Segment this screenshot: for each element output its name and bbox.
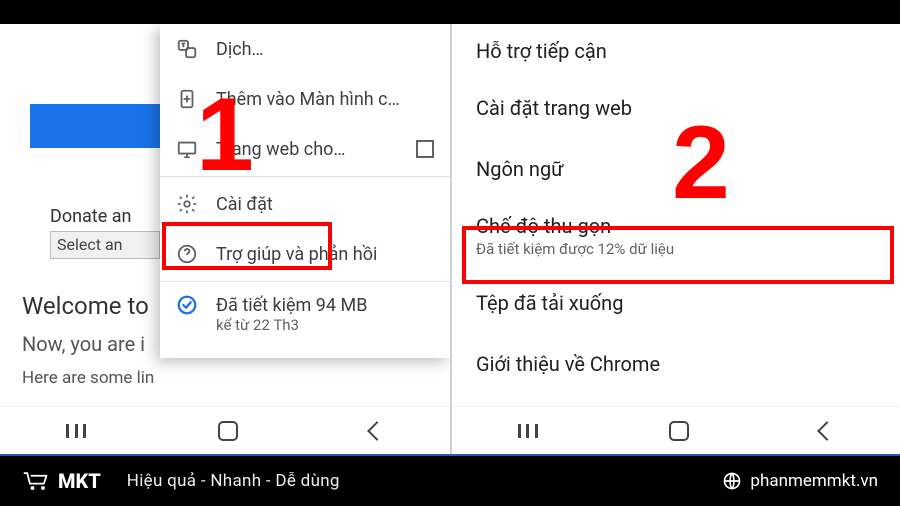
- menu-label: Trợ giúp và phản hồi: [216, 244, 434, 265]
- nav-recent-button[interactable]: [518, 424, 538, 438]
- brand-site-text: phanmemmkt.vn: [750, 471, 878, 491]
- menu-item-settings[interactable]: Cài đặt: [160, 179, 450, 229]
- amount-select[interactable]: Select an: [50, 231, 160, 259]
- nav-recent-button[interactable]: [66, 424, 86, 438]
- gear-icon: [176, 193, 198, 215]
- overflow-menu: Dịch… Thêm vào Màn hình c… Trang web cho…: [160, 24, 450, 358]
- settings-item-lite-mode[interactable]: Chế độ thu gọn Đã tiết kiệm được 12% dữ …: [452, 199, 900, 272]
- menu-item-desktop-site[interactable]: Trang web cho…: [160, 124, 450, 174]
- settings-item-label: Giới thiệu về Chrome: [476, 352, 878, 376]
- menu-item-translate[interactable]: Dịch…: [160, 24, 450, 74]
- brand-logo: MKT: [22, 469, 101, 493]
- translate-icon: [176, 38, 198, 60]
- android-navbar-right: [452, 406, 900, 454]
- nav-home-button[interactable]: [669, 421, 689, 441]
- menu-label: Trang web cho…: [216, 139, 398, 160]
- add-homescreen-icon: [176, 88, 198, 110]
- primary-blue-button[interactable]: [30, 104, 160, 148]
- menu-label: Thêm vào Màn hình c…: [216, 89, 434, 110]
- data-saved-title: Đã tiết kiệm 94 MB: [216, 295, 434, 316]
- menu-label: Dịch…: [216, 39, 434, 60]
- settings-item-label: Hỗ trợ tiếp cận: [476, 39, 878, 63]
- brand-logo-text: MKT: [58, 469, 101, 493]
- menu-item-add-homescreen[interactable]: Thêm vào Màn hình c…: [160, 74, 450, 124]
- links-intro: Here are some lin: [22, 368, 154, 388]
- settings-item-label: Cài đặt trang web: [476, 96, 878, 120]
- nav-home-button[interactable]: [218, 421, 238, 441]
- stage: Donate an Select an Welcome to Now, you …: [0, 0, 900, 506]
- brand-tagline: Hiệu quả - Nhanh - Dễ dùng: [127, 471, 340, 491]
- phone-left: Donate an Select an Welcome to Now, you …: [0, 24, 450, 454]
- brand-footer: MKT Hiệu quả - Nhanh - Dễ dùng phanmemmk…: [0, 454, 900, 506]
- desktop-checkbox[interactable]: [416, 140, 434, 158]
- settings-item-about[interactable]: Giới thiệu về Chrome: [452, 333, 900, 394]
- phone-right: Hỗ trợ tiếp cận Cài đặt trang web Ngôn n…: [450, 24, 900, 454]
- desktop-icon: [176, 138, 198, 160]
- settings-item-label: Chế độ thu gọn: [476, 214, 878, 238]
- settings-item-site-settings[interactable]: Cài đặt trang web: [452, 77, 900, 138]
- settings-item-subtitle: Đã tiết kiệm được 12% dữ liệu: [476, 240, 878, 258]
- settings-item-accessibility[interactable]: Hỗ trợ tiếp cận: [452, 24, 900, 77]
- settings-item-label: Ngôn ngữ: [476, 157, 878, 181]
- nav-back-button[interactable]: [817, 421, 837, 441]
- brand-site[interactable]: phanmemmkt.vn: [722, 471, 878, 491]
- settings-item-language[interactable]: Ngôn ngữ: [452, 138, 900, 199]
- donate-label: Donate an: [50, 206, 131, 227]
- menu-label: Cài đặt: [216, 194, 434, 215]
- settings-list: Hỗ trợ tiếp cận Cài đặt trang web Ngôn n…: [452, 24, 900, 454]
- menu-separator: [160, 176, 450, 177]
- settings-item-downloads[interactable]: Tệp đã tải xuống: [452, 272, 900, 333]
- cart-icon: [22, 470, 50, 492]
- welcome-sub: Now, you are i: [22, 332, 145, 356]
- globe-icon: [722, 471, 742, 491]
- data-saved-subtitle: kể từ 22 Th3: [216, 316, 434, 334]
- menu-item-help[interactable]: Trợ giúp và phản hồi: [160, 229, 450, 279]
- nav-back-button[interactable]: [367, 421, 387, 441]
- welcome-heading: Welcome to: [22, 292, 149, 320]
- data-saved-icon: [176, 294, 198, 316]
- menu-item-data-saved[interactable]: Đã tiết kiệm 94 MB kể từ 22 Th3: [160, 284, 450, 348]
- help-icon: [176, 243, 198, 265]
- android-navbar-left: [0, 406, 450, 454]
- phones-row: Donate an Select an Welcome to Now, you …: [0, 24, 900, 454]
- menu-separator: [160, 281, 450, 282]
- settings-item-label: Tệp đã tải xuống: [476, 291, 878, 315]
